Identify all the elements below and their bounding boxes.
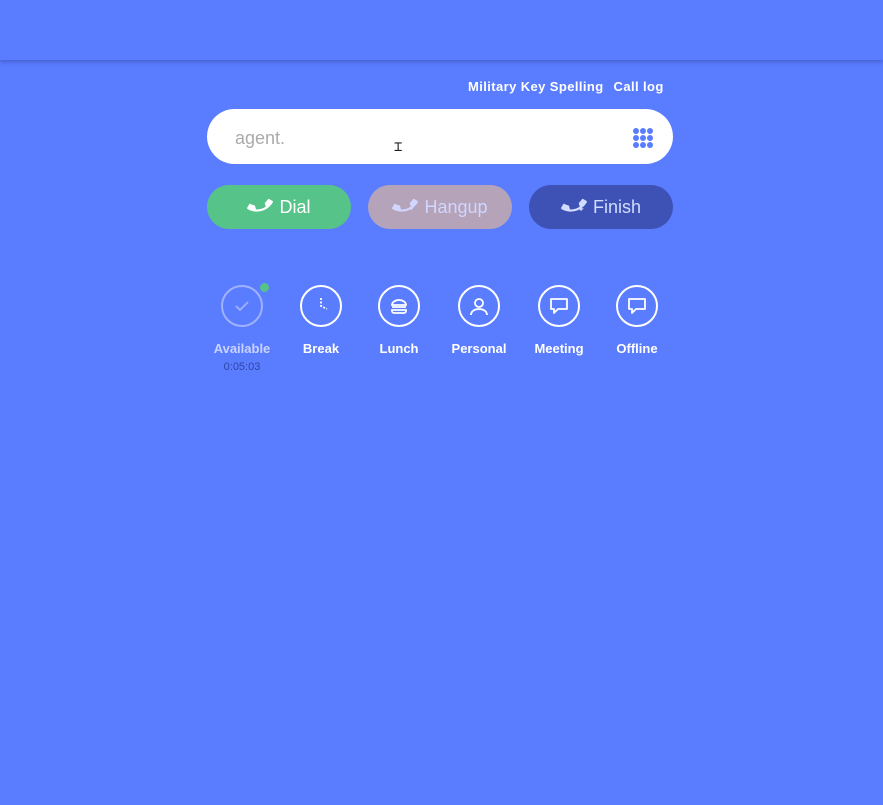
status-lunch-label: Lunch [379,341,419,356]
clock-icon [300,285,342,327]
status-meeting[interactable]: Meeting [519,285,599,356]
check-icon [221,283,269,327]
burger-icon [378,285,420,327]
dial-button[interactable]: Dial [207,185,351,229]
finish-button[interactable]: Finish [529,185,673,229]
status-lunch[interactable]: Lunch [359,285,439,356]
status-meeting-label: Meeting [534,341,584,356]
top-bar [0,0,883,60]
phone-icon [247,192,274,223]
dial-input[interactable] [233,123,617,153]
status-indicator-dot [260,283,269,292]
header-links: Military Key Spelling Call log [468,79,664,94]
military-key-spelling-link[interactable]: Military Key Spelling [468,79,604,94]
status-available-label: Available [213,341,271,356]
status-available[interactable]: Available 0:05:03 [202,283,282,373]
text-cursor-icon: ⌶ [394,139,403,155]
finish-label: Finish [592,196,641,217]
chat-icon [616,285,658,327]
status-personal[interactable]: Personal [439,285,519,356]
hangup-label: Hangup [424,196,488,217]
finish-phone-icon [561,192,587,223]
status-timer: 0:05:03 [223,361,261,373]
status-break[interactable]: Break [281,285,361,356]
keypad-icon[interactable] [633,128,653,148]
chat-icon [538,285,580,327]
status-offline[interactable]: Offline [597,285,677,356]
hangup-phone-icon [392,192,419,223]
hangup-button[interactable]: Hangup [368,185,512,229]
dial-search-box [207,109,673,164]
status-offline-label: Offline [616,341,658,356]
status-personal-label: Personal [451,341,507,356]
dial-label: Dial [279,196,311,217]
person-icon [458,285,500,327]
call-log-link[interactable]: Call log [614,79,664,94]
status-break-label: Break [302,341,340,356]
